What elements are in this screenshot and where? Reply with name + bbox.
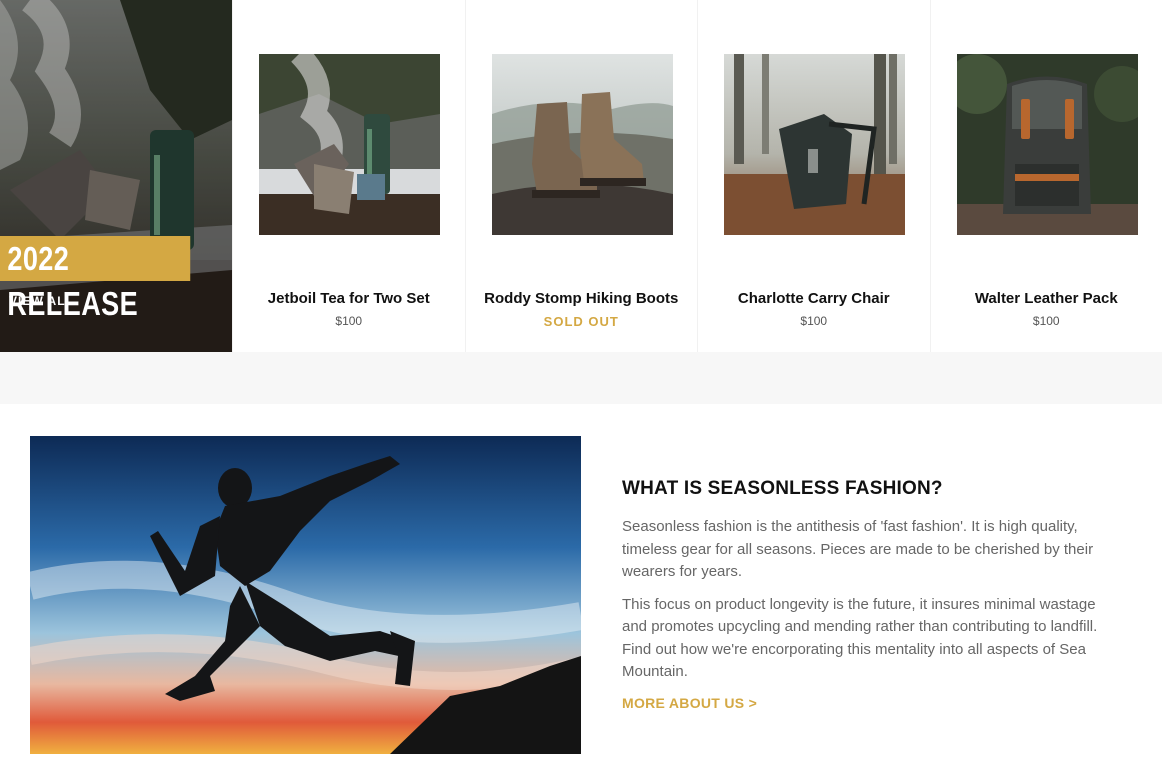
jetboil-image: [259, 54, 440, 235]
hiking-boots-image: [491, 54, 673, 235]
product-image: [259, 54, 440, 235]
jumping-silhouette-image: [30, 436, 581, 754]
product-name: Walter Leather Pack: [974, 290, 1118, 307]
product-price: $100: [335, 314, 363, 328]
about-heading: WHAT IS SEASONLESS FASHION?: [622, 478, 943, 499]
product-name: Jetboil Tea for Two Set: [267, 290, 430, 307]
product-card[interactable]: Jetboil Tea for Two Set $100: [232, 0, 465, 352]
carry-chair-image: [724, 54, 905, 235]
featured-collection-row: 2022 RELEASE VIEW ALL Jetboil Tea for Tw…: [0, 0, 1162, 352]
product-image: [724, 54, 905, 235]
sold-out-label: SOLD OUT: [543, 314, 619, 329]
about-text-block: WHAT IS SEASONLESS FASHION? Seasonless f…: [622, 478, 1102, 713]
view-all-link[interactable]: VIEW ALL: [9, 294, 74, 308]
featured-collection-tile[interactable]: 2022 RELEASE VIEW ALL: [0, 0, 232, 352]
product-image: [956, 54, 1138, 235]
featured-collection-title: 2022 RELEASE: [0, 236, 191, 322]
product-image: [491, 54, 673, 235]
more-about-us-link[interactable]: MORE ABOUT US >: [622, 695, 757, 711]
product-card[interactable]: Roddy Stomp Hiking Boots SOLD OUT: [464, 0, 697, 352]
leather-pack-image: [956, 54, 1138, 235]
product-card[interactable]: Charlotte Carry Chair $100: [697, 0, 930, 352]
product-card[interactable]: Walter Leather Pack $100: [929, 0, 1162, 352]
product-price: $100: [800, 314, 828, 328]
about-paragraph: Seasonless fashion is the antithesis of …: [622, 518, 1094, 580]
about-paragraph: This focus on product longevity is the f…: [622, 595, 1098, 681]
product-price: $100: [1032, 314, 1060, 328]
product-name: Roddy Stomp Hiking Boots: [484, 290, 679, 307]
product-name: Charlotte Carry Chair: [737, 290, 890, 307]
about-image: [30, 436, 581, 754]
section-divider: [0, 352, 1162, 404]
